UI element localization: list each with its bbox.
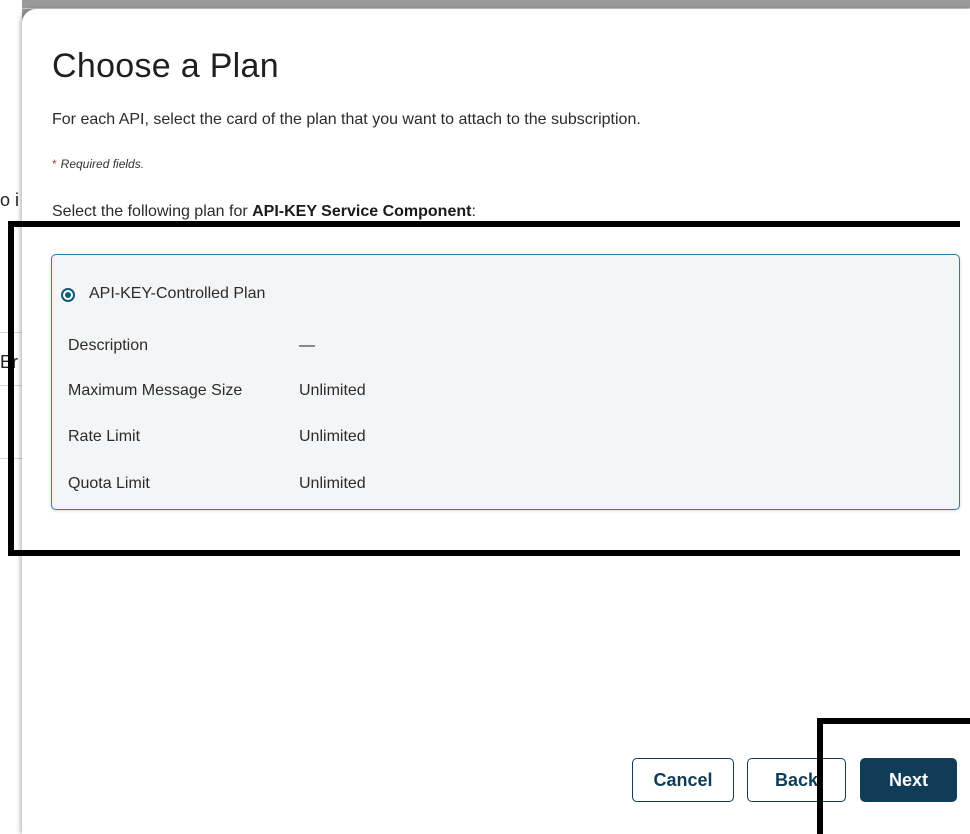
dialog-title: Choose a Plan [52,47,279,85]
api-name: API-KEY Service Component [252,203,472,220]
prompt-suffix: : [471,203,476,220]
plan-highlight-frame [8,221,960,556]
prompt-prefix: Select the following plan for [52,203,253,220]
dialog-instructions: For each API, select the card of the pla… [52,111,641,128]
required-fields-text: Required fields. [60,157,145,171]
next-highlight-frame [817,718,970,834]
required-star: * [52,157,57,171]
background-text-fragment: o i [0,190,20,210]
required-fields-note: * Required fields. [52,157,144,171]
plan-selection-prompt: Select the following plan for API-KEY Se… [52,203,476,221]
cancel-button[interactable]: Cancel [632,758,734,802]
